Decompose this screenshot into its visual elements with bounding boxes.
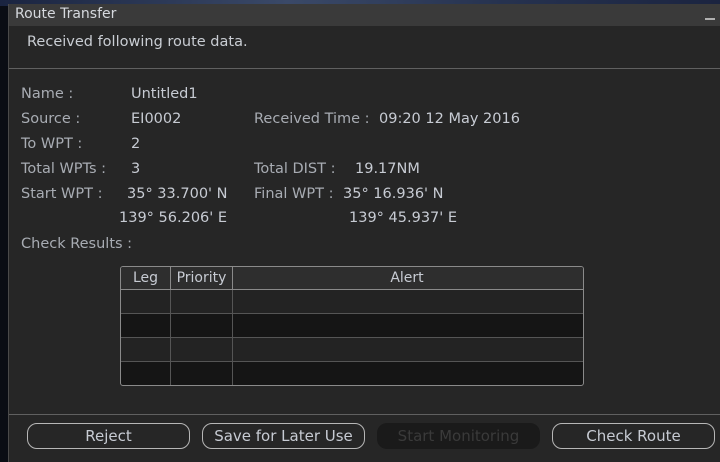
check-route-button[interactable]: Check Route [552, 423, 715, 449]
total-wpts-value: 3 [131, 161, 141, 177]
dialog-title: Route Transfer [15, 6, 117, 22]
final-wpt-latitude: 35° 16.936' N [343, 186, 444, 202]
alert-cell [233, 314, 581, 337]
minimize-icon[interactable] [705, 18, 715, 20]
alert-cell [233, 338, 581, 361]
footer-divider [9, 414, 720, 415]
start-wpt-label: Start WPT : [21, 186, 103, 202]
final-wpt-label: Final WPT : [254, 186, 334, 202]
dialog-subtitle: Received following route data. [27, 34, 248, 50]
final-wpt-longitude: 139° 45.937' E [349, 210, 458, 226]
leg-cell [121, 290, 171, 313]
priority-cell [171, 362, 233, 385]
total-dist-value: 19.17NM [355, 161, 420, 177]
reject-button[interactable]: Reject [27, 423, 190, 449]
alert-cell [233, 362, 581, 385]
total-dist-label: Total DIST : [254, 161, 336, 177]
leg-cell [121, 338, 171, 361]
source-label: Source : [21, 111, 81, 127]
to-wpt-value: 2 [131, 136, 141, 152]
column-header-alert[interactable]: Alert [233, 267, 581, 289]
column-header-priority[interactable]: Priority [171, 267, 233, 289]
start-monitoring-button[interactable]: Start Monitoring [377, 423, 540, 449]
save-for-later-button[interactable]: Save for Later Use [202, 423, 365, 449]
route-transfer-dialog: Route Transfer Received following route … [8, 4, 720, 462]
priority-cell [171, 290, 233, 313]
table-header: Leg Priority Alert [121, 267, 583, 290]
total-wpts-label: Total WPTs : [21, 161, 107, 177]
to-wpt-label: To WPT : [21, 136, 83, 152]
column-header-leg[interactable]: Leg [121, 267, 171, 289]
leg-cell [121, 362, 171, 385]
check-results-label: Check Results : [21, 236, 133, 252]
received-time-label: Received Time : [254, 111, 370, 127]
start-wpt-latitude: 35° 33.700' N [127, 186, 228, 202]
table-row[interactable] [121, 338, 583, 362]
alert-cell [233, 290, 581, 313]
priority-cell [171, 314, 233, 337]
start-wpt-longitude: 139° 56.206' E [119, 210, 228, 226]
received-time-value: 09:20 12 May 2016 [379, 111, 520, 127]
name-label: Name : [21, 86, 74, 102]
source-value: EI0002 [131, 111, 182, 127]
table-row[interactable] [121, 314, 583, 338]
table-row[interactable] [121, 362, 583, 385]
priority-cell [171, 338, 233, 361]
table-row[interactable] [121, 290, 583, 314]
leg-cell [121, 314, 171, 337]
name-value: Untitled1 [131, 86, 198, 102]
header-divider [9, 68, 720, 69]
title-bar[interactable]: Route Transfer [9, 4, 720, 26]
check-results-table: Leg Priority Alert [120, 266, 584, 386]
